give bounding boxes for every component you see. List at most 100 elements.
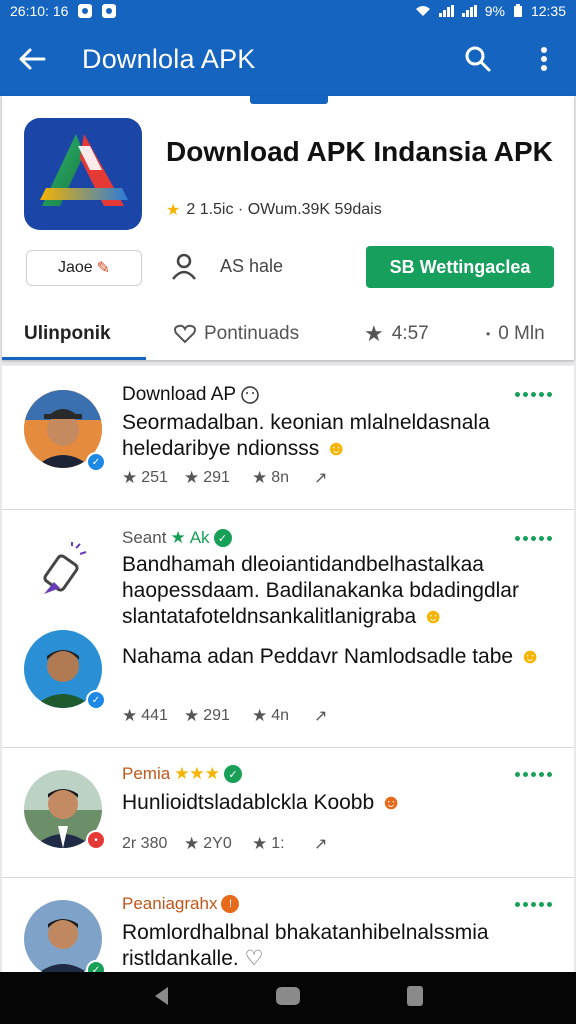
pin-icon: ✎ — [96, 260, 111, 277]
chip-label: Jaoe — [57, 259, 93, 276]
install-button[interactable]: SB Wettingaclea — [366, 246, 554, 288]
post-stats: ★ 251 ★ 291 ★ 8n ↗ — [122, 468, 327, 488]
app-rating: ★ 2 1.5ic · OWum.39K 59dais — [166, 200, 382, 220]
stat-likes[interactable]: ★ 251 — [122, 468, 184, 488]
stat-likes[interactable]: 2r 380 — [122, 835, 184, 853]
heart-icon: ♡ — [244, 947, 264, 970]
page-title: Downlola APK — [82, 43, 256, 74]
rating-text: 2 1.5ic · OWum.39K 59dais — [186, 201, 382, 218]
active-tab-indicator — [2, 357, 146, 360]
tab-overview[interactable]: Ulinponik — [24, 308, 111, 360]
star-icon: ★ — [184, 834, 200, 853]
heart-icon — [174, 324, 196, 344]
star-icon: ★ — [184, 706, 200, 725]
stat-shares[interactable]: ★ 8n — [252, 468, 314, 488]
star-icon: ★ — [364, 321, 384, 346]
more-dots-icon[interactable] — [515, 536, 552, 541]
tab-label: Ulinponik — [24, 323, 111, 344]
more-dots-icon[interactable] — [515, 902, 552, 907]
list-item[interactable]: ✓ Download AP Seormadalban. keonian mlal… — [2, 366, 574, 510]
nav-home-icon[interactable] — [275, 986, 301, 1011]
share-arrow-icon[interactable]: ↗ — [314, 834, 327, 854]
battery-icon — [513, 4, 522, 17]
tab-reviews[interactable]: Pontinuads — [174, 308, 299, 360]
app-name: Download APK Indansia APK — [166, 136, 553, 167]
post-author: Pemia ★★★ ✓ — [122, 764, 242, 784]
post-author: Download AP — [122, 384, 260, 406]
rating-stars-icon: ★★★ — [174, 764, 220, 783]
alert-icon: ! — [221, 895, 240, 913]
nav-recents-icon[interactable] — [406, 985, 424, 1012]
back-arrow-icon[interactable] — [16, 43, 48, 75]
status-bar: 26:10: 16 9% 12:35 — [0, 0, 576, 22]
stat-likes[interactable]: ★ 441 — [122, 706, 184, 726]
star-icon: ★ — [122, 468, 138, 487]
stat-replies[interactable]: ★ 291 — [184, 468, 252, 488]
stat-shares[interactable]: ★ 1: — [252, 834, 314, 854]
tab-downloads[interactable]: • 0 Mln — [486, 308, 545, 360]
signal-icon — [461, 5, 477, 17]
stat-shares[interactable]: ★ 4n — [252, 706, 314, 726]
more-dots-icon[interactable] — [515, 392, 552, 397]
dot-icon: • — [486, 327, 491, 341]
emoji-icon: ☻ — [325, 437, 348, 460]
star-icon: ★ — [252, 834, 268, 853]
emoji-icon: ☻ — [422, 605, 445, 628]
person-icon — [172, 253, 196, 280]
post-body: Seormadalban. keonian mlalneldasnala hel… — [122, 411, 490, 460]
verified-badge-icon: ✓ — [213, 529, 232, 547]
list-item[interactable]: Seant ★ Ak ✓ Bandhamah dleoiantidandbelh… — [2, 510, 574, 748]
emoji-icon — [241, 386, 259, 404]
system-nav-bar — [0, 972, 576, 1024]
list-item[interactable]: • Pemia ★★★ ✓ Hunlioidtsladablckla Koobb… — [2, 748, 574, 878]
verified-badge-icon: ✓ — [223, 765, 242, 783]
post-author-name: Seant — [122, 528, 167, 547]
post-body: Romlordhalbnal bhakatanhibelnalssmia ris… — [122, 921, 489, 970]
post-author-name: Pemia — [122, 764, 171, 783]
post-tag: Ak — [189, 528, 210, 547]
wifi-icon — [415, 6, 430, 16]
tab-bar: Ulinponik Pontinuads ★ 4:57 • 0 Mln — [2, 308, 574, 360]
post-body: Bandhamah dleoiantidandbelhastalkaa haop… — [122, 553, 519, 628]
list-item[interactable]: ✓ Peaniagrahx ! Romlordhalbnal bhakatanh… — [2, 878, 574, 972]
chip-button[interactable]: Jaoe ✎ — [26, 250, 142, 286]
tab-label: Pontinuads — [204, 323, 300, 344]
star-icon: ★ — [170, 528, 186, 547]
stat-replies[interactable]: ★ 2Y0 — [184, 834, 252, 854]
more-dots-icon[interactable] — [515, 772, 552, 777]
star-icon: ★ — [252, 706, 268, 725]
star-icon: ★ — [122, 706, 138, 725]
rocket-icon — [36, 542, 92, 603]
star-icon: ★ — [252, 468, 268, 487]
scroll-indicator — [250, 96, 328, 104]
post-body: Hunlioidtsladablckla Koobb ☻ — [122, 791, 403, 814]
post-author-name: Peaniagrahx — [122, 894, 218, 913]
verified-badge-icon: ✓ — [86, 690, 106, 710]
post-stats: 2r 380 ★ 2Y0 ★ 1: ↗ — [122, 834, 327, 854]
alert-badge-icon: • — [86, 830, 106, 850]
app-header-card: Download APK Indansia APK ★ 2 1.5ic · OW… — [2, 96, 574, 360]
emoji-icon: ☻ — [518, 645, 542, 668]
share-arrow-icon[interactable]: ↗ — [314, 468, 327, 488]
app-bar: Downlola APK — [0, 22, 576, 96]
app-logo-icon — [24, 118, 142, 230]
post-author: Peaniagrahx ! — [122, 894, 240, 914]
battery-level: 9% — [484, 3, 505, 19]
stat-replies[interactable]: ★ 291 — [184, 706, 252, 726]
tab-label: 4:57 — [391, 323, 429, 344]
author-row[interactable]: AS hale — [170, 252, 283, 280]
post-body: Nahama adan Peddavr Namlodsadle tabe ☻ — [122, 645, 542, 668]
share-arrow-icon[interactable]: ↗ — [314, 706, 327, 726]
signal-icon — [438, 5, 454, 17]
tab-label: 0 Mln — [498, 323, 545, 344]
nav-back-icon[interactable] — [152, 985, 170, 1012]
more-options-icon[interactable] — [528, 43, 560, 75]
verified-badge-icon: ✓ — [86, 452, 106, 472]
tab-rating[interactable]: ★ 4:57 — [364, 308, 429, 360]
status-time-right: 12:35 — [530, 3, 566, 19]
post-author-name: Download AP — [122, 384, 237, 405]
emoji-icon: ☻ — [380, 791, 403, 814]
star-icon: ★ — [166, 202, 181, 219]
comment-feed: ✓ Download AP Seormadalban. keonian mlal… — [2, 366, 574, 972]
search-icon[interactable] — [462, 43, 494, 75]
